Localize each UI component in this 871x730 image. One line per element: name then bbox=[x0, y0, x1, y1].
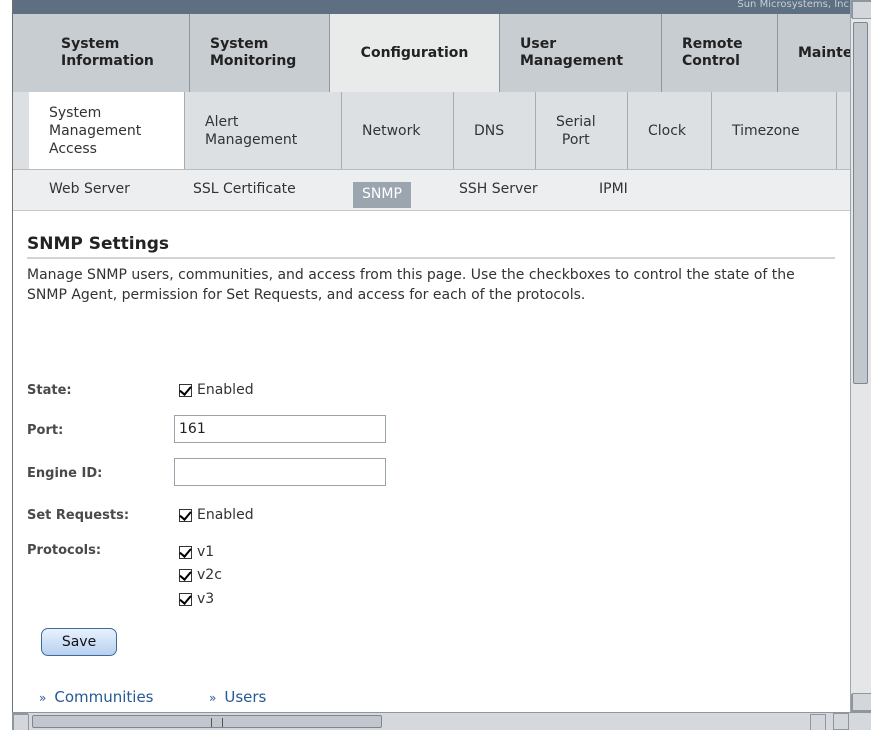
arrow-up-icon bbox=[852, 1, 871, 19]
save-button[interactable]: Save bbox=[41, 628, 117, 656]
grip-icon bbox=[211, 718, 223, 727]
checkbox-label: Enabled bbox=[197, 507, 254, 523]
tab-label: Configuration bbox=[360, 44, 469, 61]
subtab-ssl-certificate[interactable]: SSL Certificate bbox=[193, 181, 296, 197]
checkbox[interactable] bbox=[179, 383, 192, 397]
double-chevron-down-icon: » bbox=[209, 691, 217, 705]
scroll-right-button[interactable] bbox=[810, 713, 849, 730]
tab-label: System Monitoring bbox=[210, 36, 297, 69]
state-enabled-checkbox[interactable]: Enabled bbox=[179, 382, 254, 398]
main-content: SNMP Settings Manage SNMP users, communi… bbox=[13, 211, 850, 712]
subtab-ipmi[interactable]: IPMI bbox=[599, 181, 628, 197]
subtab-label: Serial Port bbox=[556, 113, 596, 148]
protocol-v3-checkbox[interactable]: v3 bbox=[179, 591, 214, 607]
tab-label: Remote Control bbox=[682, 36, 743, 69]
tab-system-monitoring[interactable]: System Monitoring bbox=[189, 14, 329, 92]
communities-link[interactable]: » Communities bbox=[39, 688, 154, 706]
brand-text: Sun Microsystems, Inc bbox=[737, 0, 849, 10]
horizontal-scroll-thumb[interactable] bbox=[32, 715, 382, 728]
protocol-v1-checkbox[interactable]: v1 bbox=[179, 544, 214, 560]
subtab-system-management-access[interactable]: System Management Access bbox=[29, 92, 185, 169]
page-description: Manage SNMP users, communities, and acce… bbox=[27, 267, 795, 303]
subtab-label: Clock bbox=[648, 122, 687, 139]
scroll-up-button[interactable] bbox=[851, 0, 871, 19]
scroll-down-button[interactable] bbox=[851, 693, 871, 712]
engine-id-input[interactable] bbox=[174, 458, 386, 486]
tab-system-information[interactable]: System Information bbox=[41, 14, 189, 92]
set-requests-enabled-checkbox[interactable]: Enabled bbox=[179, 507, 254, 523]
primary-tab-bar: System Information System Monitoring Con… bbox=[13, 14, 850, 92]
horizontal-scrollbar[interactable] bbox=[12, 712, 871, 730]
subtab-dns[interactable]: DNS bbox=[454, 92, 536, 169]
checkbox[interactable] bbox=[179, 545, 192, 559]
secondary-tab-bar: System Management Access Alert Managemen… bbox=[13, 92, 850, 170]
arrow-down-icon bbox=[852, 693, 871, 711]
users-link[interactable]: » Users bbox=[209, 688, 266, 706]
set-requests-label: Set Requests: bbox=[27, 508, 130, 523]
tab-configuration[interactable]: Configuration bbox=[329, 14, 499, 92]
browser-viewport: Sun Microsystems, Inc System Information… bbox=[12, 0, 850, 712]
subtab-snmp[interactable]: SNMP bbox=[353, 182, 411, 208]
checkbox[interactable] bbox=[179, 508, 192, 522]
tab-label: System Information bbox=[61, 36, 154, 69]
subtab-label: Network bbox=[362, 122, 421, 139]
subtab-ssh-server[interactable]: SSH Server bbox=[459, 181, 538, 197]
tab-label: Mainte bbox=[798, 44, 850, 61]
tab-user-management[interactable]: User Management bbox=[499, 14, 661, 92]
tertiary-tab-bar: Web Server SSL Certificate SNMP SSH Serv… bbox=[13, 170, 850, 211]
subtab-label: Alert Management bbox=[205, 113, 298, 148]
subtab-web-server[interactable]: Web Server bbox=[49, 181, 130, 197]
double-chevron-down-icon: » bbox=[39, 691, 47, 705]
subtab-clock[interactable]: Clock bbox=[628, 92, 712, 169]
link-label: Users bbox=[224, 688, 267, 706]
vertical-scrollbar[interactable] bbox=[850, 0, 871, 712]
subtab-timezone[interactable]: Timezone bbox=[712, 92, 837, 169]
protocols-label: Protocols: bbox=[27, 543, 102, 558]
subtab-network[interactable]: Network bbox=[342, 92, 454, 169]
arrow-right-icon bbox=[810, 714, 826, 730]
engine-id-label: Engine ID: bbox=[27, 466, 103, 481]
checkbox-label: Enabled bbox=[197, 382, 254, 398]
checkbox[interactable] bbox=[179, 592, 192, 606]
protocol-v2c-checkbox[interactable]: v2c bbox=[179, 567, 222, 583]
page-title: SNMP Settings bbox=[27, 234, 170, 254]
subtab-label: System Management Access bbox=[49, 104, 142, 157]
state-label: State: bbox=[27, 383, 72, 398]
tab-maintenance[interactable]: Mainte bbox=[777, 14, 850, 92]
tab-remote-control[interactable]: Remote Control bbox=[661, 14, 777, 92]
subtab-alert-management[interactable]: Alert Management bbox=[185, 92, 342, 169]
port-input[interactable]: 161 bbox=[174, 415, 386, 443]
title-divider bbox=[27, 257, 835, 259]
subtab-serial-port[interactable]: Serial Port bbox=[536, 92, 628, 169]
subtab-label: Timezone bbox=[732, 122, 800, 139]
checkbox-label: v2c bbox=[197, 567, 222, 583]
subtab-label: DNS bbox=[474, 122, 505, 139]
scroll-left-button[interactable] bbox=[12, 713, 29, 730]
arrow-left-icon bbox=[13, 714, 29, 730]
tab-label: User Management bbox=[520, 36, 624, 69]
checkbox-label: v1 bbox=[197, 544, 215, 560]
top-strip: Sun Microsystems, Inc bbox=[13, 0, 850, 14]
vertical-scroll-thumb[interactable] bbox=[853, 22, 868, 384]
checkbox[interactable] bbox=[179, 568, 192, 582]
link-label: Communities bbox=[54, 688, 154, 706]
port-label: Port: bbox=[27, 423, 64, 438]
checkbox-label: v3 bbox=[197, 591, 215, 607]
